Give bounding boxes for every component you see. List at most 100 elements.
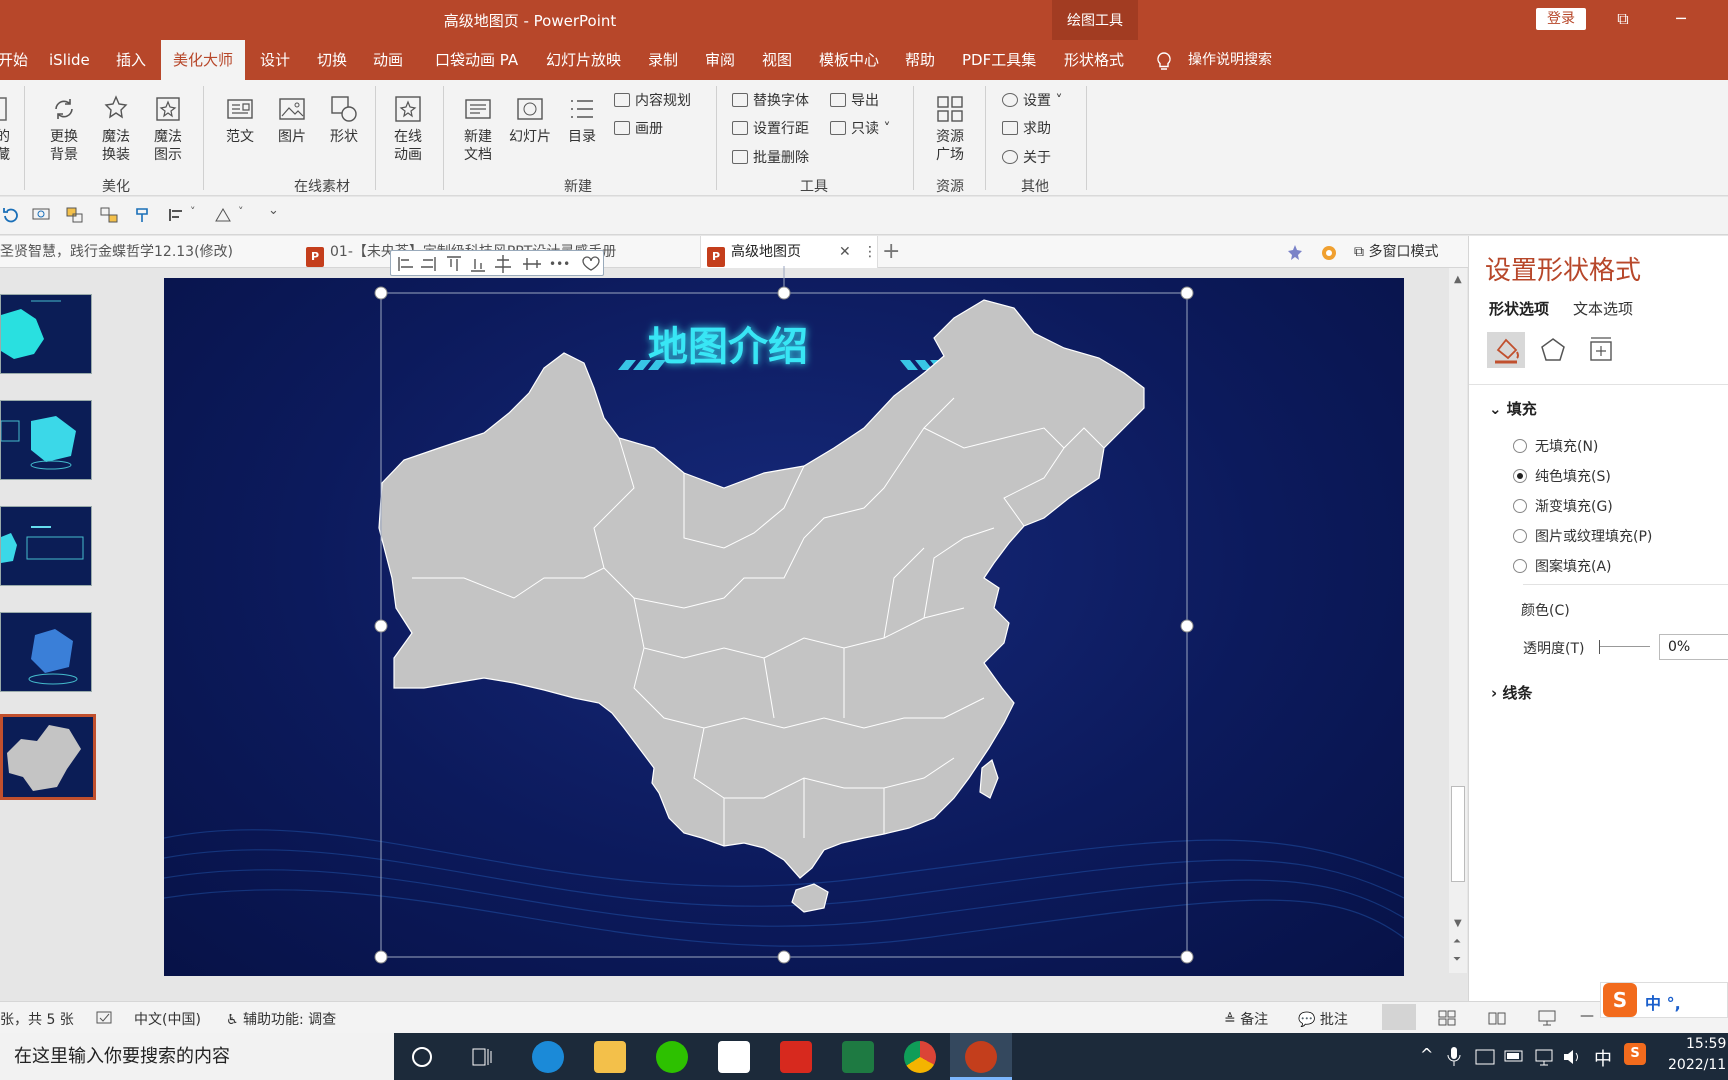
notes-button[interactable]: ≜ 备注 xyxy=(1224,1009,1268,1029)
more-options-icon[interactable]: ••• xyxy=(549,257,570,271)
tab-beautify-master[interactable]: 美化大师 xyxy=(161,40,246,80)
content-plan-button[interactable]: 内容规划 xyxy=(614,90,691,110)
readonly-button[interactable]: 只读 ˅ xyxy=(830,118,890,138)
baidu-netdisk-icon[interactable] xyxy=(718,1041,750,1073)
rotate-icon[interactable] xyxy=(214,207,232,223)
ime-mode[interactable]: 中 °, xyxy=(1645,990,1681,1014)
clock-time[interactable]: 15:59 xyxy=(1686,1036,1726,1052)
taskbar-search-box[interactable]: 在这里输入你要搜索的内容 xyxy=(0,1033,394,1080)
size-properties-icon[interactable] xyxy=(1587,336,1615,364)
format-painter-icon[interactable] xyxy=(134,207,152,223)
ribbon-display-options-icon[interactable]: ⧉ xyxy=(1606,6,1640,32)
sogou-tray-icon[interactable]: S xyxy=(1624,1043,1646,1065)
picture-button[interactable]: 图片 xyxy=(274,94,310,146)
accessibility-status[interactable]: ♿ 辅助功能: 调查 xyxy=(226,1009,336,1029)
fill-line-tab[interactable] xyxy=(1487,332,1525,368)
tab-review[interactable]: 审阅 xyxy=(705,40,735,80)
battery-icon[interactable] xyxy=(1504,1048,1526,1064)
fill-option-picture[interactable]: 图片或纹理填充(P) xyxy=(1513,526,1652,546)
transparency-input[interactable]: 0% xyxy=(1659,634,1728,660)
align-icon[interactable] xyxy=(168,207,186,223)
tab-shape-options[interactable]: 形状选项 xyxy=(1489,298,1549,319)
partial-ribbon-button[interactable]: 的 藏 xyxy=(0,94,10,164)
new-document-button[interactable]: 新建 文档 xyxy=(458,94,498,164)
network-icon[interactable] xyxy=(1534,1047,1556,1067)
ungroup-icon[interactable] xyxy=(100,207,118,223)
slide-thumbnail-5[interactable] xyxy=(0,714,96,800)
reading-view-icon[interactable] xyxy=(1488,1010,1506,1026)
file-explorer-icon[interactable] xyxy=(594,1041,626,1073)
align-dropdown-chevron-icon[interactable]: ˅ xyxy=(190,205,196,218)
batch-delete-button[interactable]: 批量删除 xyxy=(732,147,809,167)
online-animation-button[interactable]: 在线 动画 xyxy=(388,94,428,164)
multiwindow-button[interactable]: ⧉ 多窗口模式 xyxy=(1354,236,1468,268)
magic-change-button[interactable]: 魔法 换装 xyxy=(96,94,136,164)
scroll-up-icon[interactable]: ▲ xyxy=(1454,274,1462,285)
magic-icon-button[interactable]: 魔法 图示 xyxy=(148,94,188,164)
help-request-button[interactable]: 求助 xyxy=(1002,118,1051,138)
transparency-slider[interactable] xyxy=(1599,640,1650,654)
language-status[interactable]: 中文(中国) xyxy=(134,1009,201,1029)
tray-chevron-icon[interactable]: ^ xyxy=(1420,1045,1433,1064)
settings-gear-icon[interactable] xyxy=(1320,244,1338,262)
new-slide-button[interactable]: 幻灯片 xyxy=(506,94,554,146)
redo-icon[interactable] xyxy=(2,207,20,223)
comments-button[interactable]: 💬 批注 xyxy=(1298,1009,1348,1029)
rotate-dropdown-chevron-icon[interactable]: ˅ xyxy=(238,205,244,218)
sample-button[interactable]: 范文 xyxy=(222,94,258,146)
ime-toolbar[interactable]: S 中 °, xyxy=(1600,982,1728,1018)
effects-pentagon-icon[interactable] xyxy=(1539,336,1567,364)
wechat-icon[interactable] xyxy=(656,1041,688,1073)
chrome-icon[interactable] xyxy=(904,1041,936,1073)
excel-icon[interactable] xyxy=(842,1041,874,1073)
tab-help[interactable]: 帮助 xyxy=(905,40,935,80)
minimize-icon[interactable]: ─ xyxy=(1664,6,1698,32)
album-button[interactable]: 画册 xyxy=(614,118,663,138)
group-shapes-icon[interactable] xyxy=(66,207,84,223)
zoom-out-icon[interactable]: — xyxy=(1580,1008,1594,1024)
fill-option-none[interactable]: 无填充(N) xyxy=(1513,436,1598,456)
shape-button[interactable]: 形状 xyxy=(326,94,362,146)
settings-button[interactable]: 设置 ˅ xyxy=(1002,90,1062,110)
replace-font-button[interactable]: 替换字体 xyxy=(732,90,809,110)
pin-icon[interactable] xyxy=(1286,244,1304,262)
slide-thumbnail-3[interactable] xyxy=(0,506,92,586)
edge-browser-icon[interactable] xyxy=(532,1041,564,1073)
tab-pocket-animation[interactable]: 口袋动画 PA xyxy=(435,40,518,80)
login-button[interactable]: 登录 xyxy=(1536,8,1586,30)
task-view-icon[interactable] xyxy=(470,1045,494,1069)
tab-template-center[interactable]: 模板中心 xyxy=(819,40,879,80)
selection-frame[interactable] xyxy=(340,260,1200,972)
tab-text-options[interactable]: 文本选项 xyxy=(1573,298,1633,319)
export-button[interactable]: 导出 xyxy=(830,90,879,110)
microphone-icon[interactable] xyxy=(1446,1045,1462,1069)
normal-view-icon[interactable] xyxy=(1382,1004,1416,1030)
tab-view[interactable]: 视图 xyxy=(762,40,792,80)
tab-shape-format[interactable]: 形状格式 xyxy=(1064,40,1124,80)
wps-office-icon[interactable] xyxy=(780,1041,812,1073)
vertical-scrollbar[interactable]: ▲ ▼ ⏶ ⏷ xyxy=(1449,268,1467,973)
tell-me-search[interactable]: 操作说明搜索 xyxy=(1188,40,1272,80)
previous-slide-icon[interactable]: ⏶ xyxy=(1453,936,1461,947)
favorite-heart-icon[interactable] xyxy=(582,256,600,271)
scroll-thumb[interactable] xyxy=(1451,786,1465,882)
powerpoint-taskbar-active[interactable] xyxy=(950,1033,1012,1080)
volume-icon[interactable] xyxy=(1562,1047,1584,1067)
customize-toolbar-icon[interactable]: ⌄ xyxy=(268,203,279,218)
line-spacing-button[interactable]: 设置行距 xyxy=(732,118,809,138)
change-background-button[interactable]: 更换 背景 xyxy=(44,94,84,164)
slide-thumbnail-1[interactable] xyxy=(0,294,92,374)
fill-option-pattern[interactable]: 图案填充(A) xyxy=(1513,556,1612,576)
tab-insert[interactable]: 插入 xyxy=(116,40,146,80)
next-slide-icon[interactable]: ⏷ xyxy=(1453,954,1461,965)
slideshow-icon[interactable] xyxy=(1538,1010,1556,1026)
meet-now-icon[interactable] xyxy=(1474,1046,1496,1068)
slide-thumbnail-4[interactable] xyxy=(0,612,92,692)
tab-home[interactable]: 开始 xyxy=(0,40,28,80)
fill-option-solid[interactable]: 纯色填充(S) xyxy=(1513,466,1611,486)
cortana-icon[interactable] xyxy=(410,1045,434,1069)
line-section-header[interactable]: › 线条 xyxy=(1491,682,1532,703)
spell-check-icon[interactable] xyxy=(96,1010,114,1026)
tab-animations[interactable]: 动画 xyxy=(373,40,403,80)
slide-thumbnail-2[interactable] xyxy=(0,400,92,480)
